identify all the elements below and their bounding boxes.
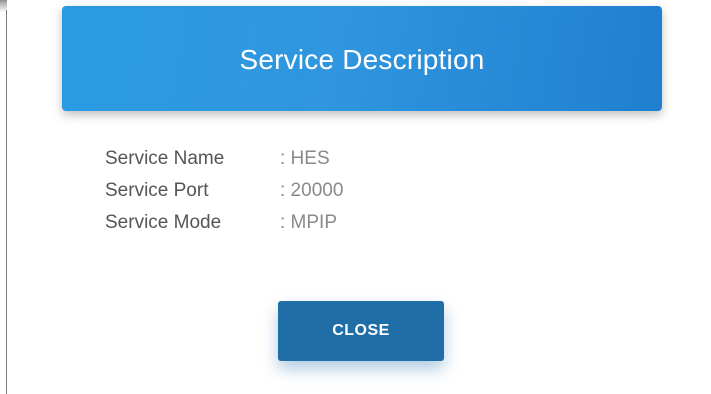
service-mode-label: Service Mode (105, 212, 222, 233)
service-name-value: : HES (280, 148, 330, 169)
service-name-label: Service Name (105, 148, 225, 169)
service-description-dialog: Service Description Service Name : HES S… (7, 0, 711, 394)
service-details: Service Name : HES Service Port : 20000 … (105, 143, 343, 239)
service-port-row: Service Port : 20000 (105, 175, 343, 207)
service-mode-row: Service Mode : MPIP (105, 207, 343, 239)
service-port-value: : 20000 (280, 180, 344, 201)
service-mode-value: : MPIP (280, 212, 338, 233)
service-name-row: Service Name : HES (105, 143, 343, 175)
dialog-header: Service Description (62, 6, 662, 111)
service-port-label: Service Port (105, 180, 209, 201)
page: Service Description Service Name : HES S… (0, 0, 711, 394)
close-button[interactable]: CLOSE (278, 301, 444, 361)
dialog-title: Service Description (239, 43, 485, 75)
